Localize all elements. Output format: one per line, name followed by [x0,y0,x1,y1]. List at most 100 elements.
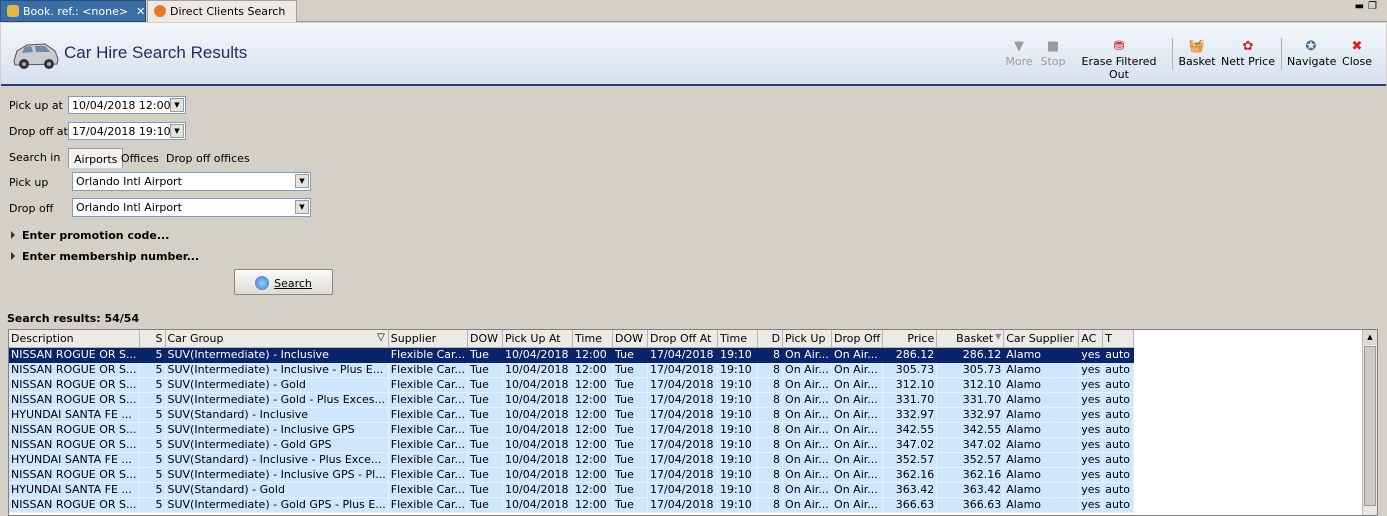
search-in-dropoff-offices[interactable]: Drop off offices [161,148,255,168]
table-cell: Alamo [1003,362,1080,378]
column-header[interactable]: Basket ▼ [936,330,1005,348]
table-cell: Tue [467,437,504,453]
table-cell: NISSAN ROGUE OR S... [9,422,140,438]
table-cell: HYUNDAI SANTA FE ... [9,482,140,498]
scroll-up-icon[interactable]: ▲ [1363,330,1377,345]
dropdown-arrow-icon[interactable]: ▼ [295,200,309,214]
dropoff-location-select[interactable]: Orlando Intl Airport ▼ [72,198,311,217]
table-cell: On Air... [782,392,833,408]
table-cell: auto [1102,377,1135,393]
membership-number-expander[interactable]: Enter membership number... [11,250,199,263]
search-in-offices[interactable]: Offices [116,148,164,168]
column-header[interactable]: Supplier [388,330,469,348]
table-cell: 331.70 [936,392,1005,408]
table-cell: 8 [757,437,784,453]
dropdown-arrow-icon[interactable]: ▼ [295,174,309,188]
column-header[interactable]: DOW [612,330,649,348]
dropdown-arrow-icon[interactable]: ▼ [170,98,184,112]
table-cell: 5 [139,497,166,513]
dropoff-datetime-field[interactable]: 17/04/2018 19:10 ▼ [68,122,186,140]
table-cell: Alamo [1003,392,1080,408]
column-header[interactable]: DOW [467,330,504,348]
table-cell: 17/04/2018 [647,467,719,483]
sort-icon[interactable]: ▼ [995,332,1001,341]
results-grid: Description S Car Group ▽ Supplier DOW Pick Up… [9,330,1135,513]
table-cell: 10/04/2018 [502,392,574,408]
close-tab-icon[interactable]: ✕ [136,5,145,18]
vertical-scrollbar[interactable]: ▲ [1362,330,1377,515]
table-row[interactable]: NISSAN ROGUE OR S... 5 SUV(Intermediate) -… [9,497,1135,513]
table-row[interactable]: HYUNDAI SANTA FE ... 5 SUV(Standard) - Inc… [9,407,1135,423]
table-cell: Alamo [1003,437,1080,453]
table-row[interactable]: NISSAN ROGUE OR S... 5 SUV(Intermediate) -… [9,437,1135,453]
column-header[interactable]: Drop Off At [647,330,719,348]
table-cell: 8 [757,482,784,498]
close-button[interactable]: ✖ Close [1341,39,1373,68]
table-cell: 347.02 [936,437,1005,453]
table-cell: Tue [467,482,504,498]
column-header[interactable]: Description [9,330,140,348]
table-cell: 12:00 [572,377,614,393]
promotion-code-expander[interactable]: Enter promotion code... [11,229,169,242]
column-header[interactable]: Pick Up [782,330,833,348]
table-cell: 331.70 [882,392,938,408]
nett-price-button[interactable]: ✿ Nett Price [1221,39,1275,68]
table-cell: 19:10 [717,482,759,498]
table-cell: 5 [139,452,166,468]
table-cell: On Air... [782,497,833,513]
user-icon [154,5,166,17]
table-cell: NISSAN ROGUE OR S... [9,437,140,453]
column-header[interactable]: Time [717,330,759,348]
column-header[interactable]: Price [882,330,938,348]
column-header[interactable]: Drop Off [831,330,884,348]
table-cell: Tue [612,392,649,408]
table-cell: Tue [612,497,649,513]
table-cell: On Air... [831,407,884,423]
table-row[interactable]: NISSAN ROGUE OR S... 5 SUV(Intermediate) -… [9,347,1135,363]
table-cell: 17/04/2018 [647,392,719,408]
stop-button[interactable]: ■ Stop [1039,39,1067,68]
window-controls: ▬❐ [1355,1,1381,12]
table-cell: 5 [139,347,166,363]
table-cell: 17/04/2018 [647,482,719,498]
table-row[interactable]: NISSAN ROGUE OR S... 5 SUV(Intermediate) -… [9,392,1135,408]
column-header[interactable]: D [757,330,784,348]
table-cell: SUV(Standard) - Gold [165,482,389,498]
search-button[interactable]: Search [234,269,333,295]
column-header[interactable]: Car Group ▽ [165,330,389,348]
table-row[interactable]: HYUNDAI SANTA FE ... 5 SUV(Standard) - Gol… [9,482,1135,498]
table-cell: yes [1078,422,1104,438]
erase-filtered-out-button[interactable]: ⛃ Erase Filtered Out [1073,39,1165,81]
filter-icon[interactable]: ▽ [377,332,385,343]
maximize-icon[interactable]: ❐ [1368,1,1381,12]
dropdown-arrow-icon[interactable]: ▼ [170,124,184,138]
table-cell: Tue [612,422,649,438]
column-header[interactable]: T [1102,330,1135,348]
table-row[interactable]: NISSAN ROGUE OR S... 5 SUV(Intermediate) -… [9,467,1135,483]
basket-button[interactable]: 🧺 Basket [1178,39,1216,68]
minimize-icon[interactable]: ▬ [1355,1,1368,12]
table-cell: SUV(Intermediate) - Gold GPS [165,437,389,453]
table-row[interactable]: NISSAN ROGUE OR S... 5 SUV(Intermediate) -… [9,422,1135,438]
navigate-button[interactable]: ✪ Navigate [1287,39,1336,68]
pickup-location-select[interactable]: Orlando Intl Airport ▼ [72,172,311,191]
tab-direct-clients-search[interactable]: Direct Clients Search [147,0,297,22]
table-row[interactable]: HYUNDAI SANTA FE ... 5 SUV(Standard) - Inc… [9,452,1135,468]
table-cell: Flexible Car... [388,392,469,408]
table-cell: 366.63 [882,497,938,513]
column-header[interactable]: Time [572,330,614,348]
more-button[interactable]: ▼ More [1004,39,1034,68]
table-row[interactable]: NISSAN ROGUE OR S... 5 SUV(Intermediate) -… [9,377,1135,393]
tab-booking[interactable]: Book. ref.: <none> ✕ [0,0,146,22]
table-cell: HYUNDAI SANTA FE ... [9,407,140,423]
table-cell: 5 [139,482,166,498]
column-header[interactable]: AC [1078,330,1104,348]
table-cell: 8 [757,467,784,483]
column-header[interactable]: Pick Up At [502,330,574,348]
table-row[interactable]: NISSAN ROGUE OR S... 5 SUV(Intermediate) -… [9,362,1135,378]
table-cell: 8 [757,362,784,378]
scrollbar-thumb[interactable] [1364,346,1376,506]
column-header[interactable]: S [139,330,166,348]
column-header[interactable]: Car Supplier [1003,330,1080,348]
pickup-datetime-field[interactable]: 10/04/2018 12:00 ▼ [68,96,186,114]
